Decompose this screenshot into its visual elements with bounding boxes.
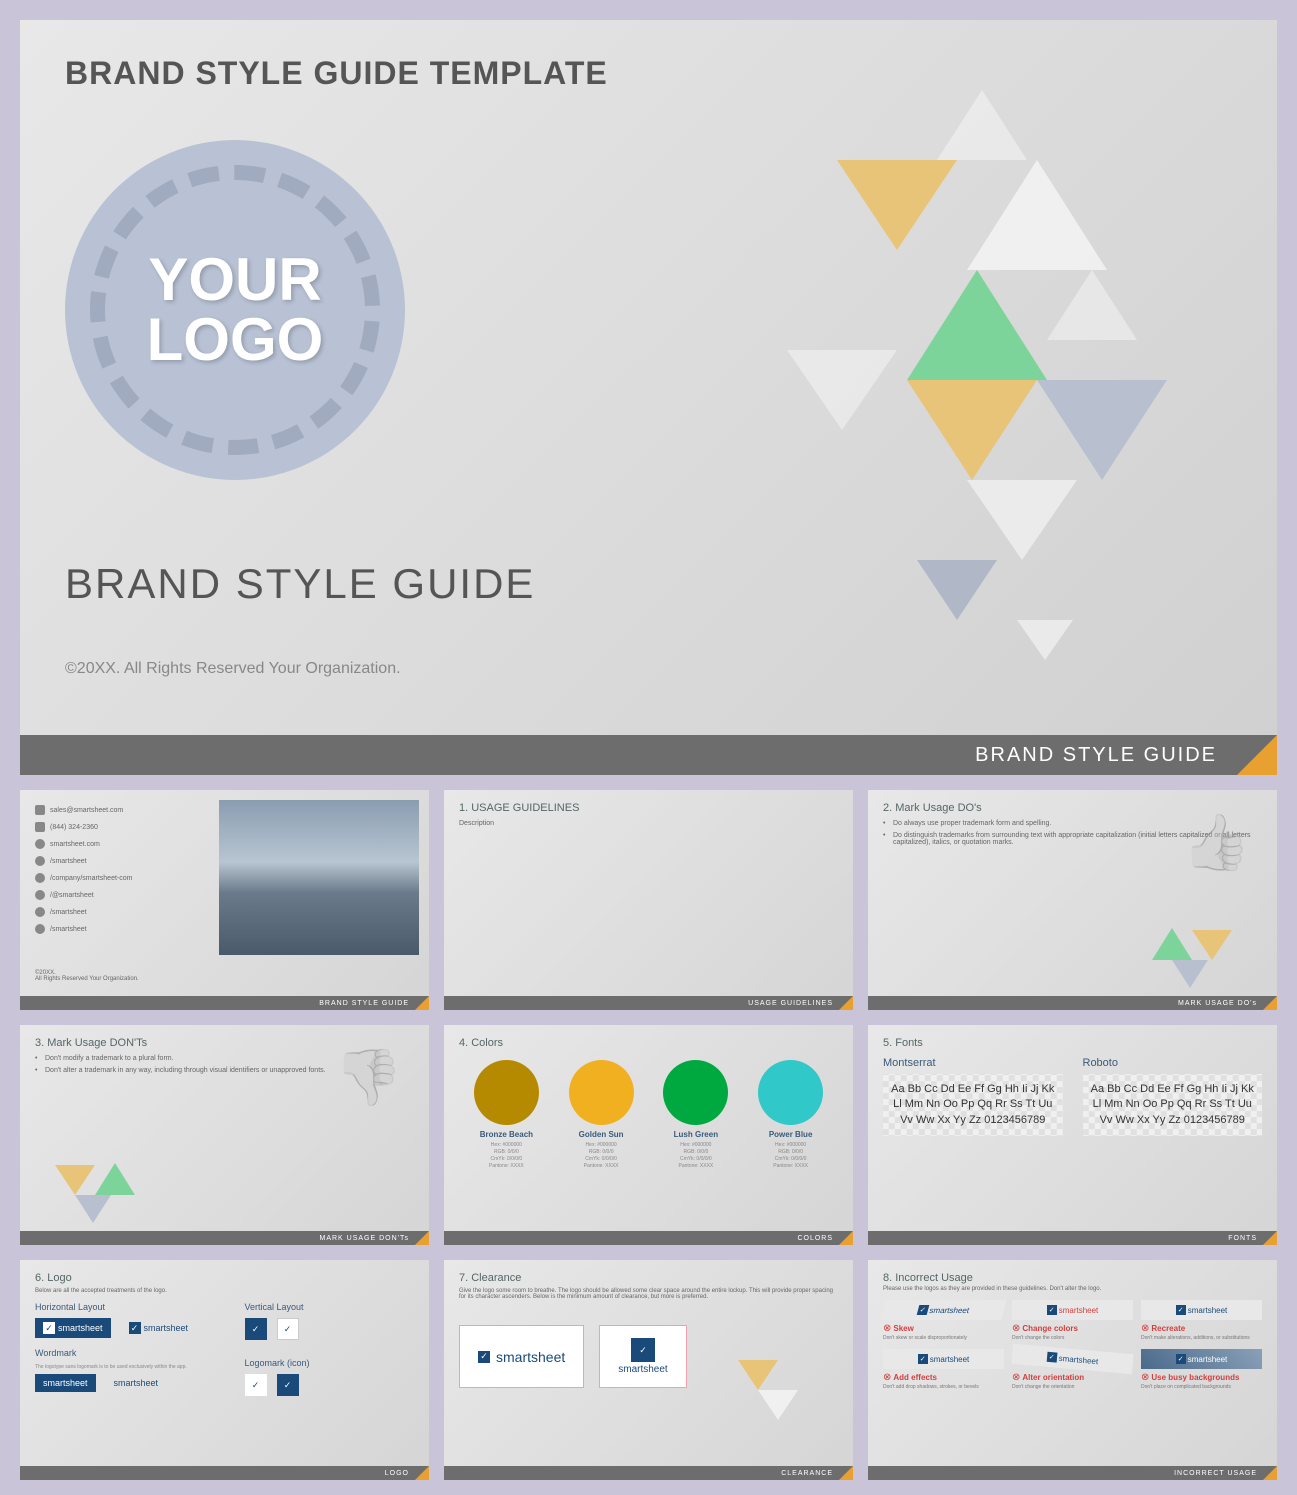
mini-triangles	[35, 1125, 185, 1225]
youtube-icon	[35, 924, 45, 934]
incorrect-item: ✓smartsheetUse busy backgroundsDon't pla…	[1141, 1349, 1262, 1390]
logo-text-2: LOGO	[147, 310, 324, 370]
footer-label: CLEARANCE	[781, 1470, 833, 1477]
main-slide: BRAND STYLE GUIDE TEMPLATE YOUR LOGO BRA…	[20, 20, 1277, 775]
slide-fonts[interactable]: 5. Fonts Montserrat Aa Bb Cc Dd Ee Ff Gg…	[868, 1025, 1277, 1245]
contact-tw: /smartsheet	[50, 909, 87, 916]
slide-title: 8. Incorrect Usage	[883, 1272, 973, 1284]
wordmark-dark: smartsheet	[35, 1374, 96, 1392]
logo-dark: ✓smartsheet	[35, 1318, 111, 1338]
contact-ig: /@smartsheet	[50, 892, 94, 899]
globe-icon	[35, 839, 45, 849]
slide-title: 1. USAGE GUIDELINES	[459, 802, 579, 814]
slide-title: 4. Colors	[459, 1037, 503, 1049]
contact-copyright: ©20XX.All Rights Reserved Your Organizat…	[35, 970, 139, 982]
mini-triangles	[688, 1360, 838, 1460]
linkedin-icon	[35, 873, 45, 883]
slide-desc: Please use the logos as they are provide…	[883, 1286, 1101, 1292]
slide-desc: Below are all the accepted treatments of…	[35, 1288, 167, 1294]
incorrect-item: ✓smartsheetRecreateDon't make alteration…	[1141, 1300, 1262, 1341]
facebook-icon	[35, 856, 45, 866]
footer-label: USAGE GUIDELINES	[748, 1000, 833, 1007]
slide-title: 3. Mark Usage DON'Ts	[35, 1037, 147, 1049]
incorrect-item: ✓smartsheetSkewDon't skew or scale dispr…	[883, 1300, 1004, 1341]
fonts-box: Montserrat Aa Bb Cc Dd Ee Ff Gg Hh Ii Jj…	[883, 1057, 1262, 1136]
font-name-1: Montserrat	[883, 1057, 1063, 1069]
contact-list: sales@smartsheet.com (844) 324-2360 smar…	[35, 805, 132, 941]
logo-layouts: Horizontal Layout ✓smartsheet ✓smartshee…	[35, 1302, 414, 1406]
logo-placeholder: YOUR LOGO	[65, 140, 405, 480]
template-title: BRAND STYLE GUIDE TEMPLATE	[65, 55, 608, 92]
color-swatch: Golden SunHex: #000000RGB: 0/0/0CmYk: 0/…	[569, 1060, 634, 1170]
incorrect-item: ✓smartsheetChange colorsDon't change the…	[1012, 1300, 1133, 1341]
layout-h4: Logomark (icon)	[245, 1358, 415, 1368]
wordmark-light: smartsheet	[106, 1374, 167, 1392]
color-swatch: Bronze BeachHex: #000000RGB: 0/0/0CmYk: …	[474, 1060, 539, 1170]
color-swatches: Bronze BeachHex: #000000RGB: 0/0/0CmYk: …	[459, 1060, 838, 1170]
footer-label: COLORS	[797, 1235, 833, 1242]
font-sample-1: Aa Bb Cc Dd Ee Ff Gg Hh Ii Jj Kk Ll Mm N…	[883, 1074, 1063, 1136]
slide-desc: Description	[459, 820, 838, 827]
font-sample-2: Aa Bb Cc Dd Ee Ff Gg Hh Ii Jj Kk Ll Mm N…	[1083, 1074, 1263, 1136]
twitter-icon	[35, 907, 45, 917]
clearance-vertical: ✓smartsheet	[599, 1325, 686, 1388]
slide-desc: Give the logo some room to breathe. The …	[459, 1288, 838, 1300]
footer-label: LOGO	[385, 1470, 409, 1477]
mail-icon	[35, 805, 45, 815]
slide-usage[interactable]: 1. USAGE GUIDELINES Description USAGE GU…	[444, 790, 853, 1010]
slide-contact[interactable]: sales@smartsheet.com (844) 324-2360 smar…	[20, 790, 429, 1010]
icon-light: ✓	[245, 1374, 267, 1396]
logomark-dark: ✓	[245, 1318, 267, 1340]
copyright: ©20XX. All Rights Reserved Your Organiza…	[65, 660, 401, 678]
triangle-decoration	[617, 70, 1217, 670]
slide-title: 5. Fonts	[883, 1037, 923, 1049]
footer-bar: BRAND STYLE GUIDE	[20, 735, 1277, 775]
thumbs-down-icon	[334, 1045, 404, 1110]
footer-label: MARK USAGE DON'Ts	[319, 1235, 409, 1242]
slide-title: 2. Mark Usage DO's	[883, 802, 982, 814]
slide-title: 6. Logo	[35, 1272, 72, 1284]
layout-h1: Horizontal Layout	[35, 1302, 205, 1312]
logo-light: ✓smartsheet	[121, 1318, 197, 1338]
slide-clearance[interactable]: 7. Clearance Give the logo some room to …	[444, 1260, 853, 1480]
contact-email: sales@smartsheet.com	[50, 807, 123, 814]
slide-colors[interactable]: 4. Colors Bronze BeachHex: #000000RGB: 0…	[444, 1025, 853, 1245]
thumbs-up-icon	[1182, 810, 1252, 875]
contact-yt: /smartsheet	[50, 926, 87, 933]
font-name-2: Roboto	[1083, 1057, 1263, 1069]
thumbnail-grid: sales@smartsheet.com (844) 324-2360 smar…	[0, 775, 1297, 1495]
slide-title: 7. Clearance	[459, 1272, 521, 1284]
slide-incorrect[interactable]: 8. Incorrect Usage Please use the logos …	[868, 1260, 1277, 1480]
slide-dos[interactable]: 2. Mark Usage DO's Do always use proper …	[868, 790, 1277, 1010]
incorrect-grid: ✓smartsheetSkewDon't skew or scale dispr…	[883, 1300, 1262, 1390]
color-swatch: Power BlueHex: #000000RGB: 0/0/0CmYk: 0/…	[758, 1060, 823, 1170]
contact-web: smartsheet.com	[50, 841, 100, 848]
icon-dark: ✓	[277, 1374, 299, 1396]
incorrect-item: ✓smartsheetAdd effectsDon't add drop sha…	[883, 1349, 1004, 1390]
phone-icon	[35, 822, 45, 832]
color-swatch: Lush GreenHex: #000000RGB: 0/0/0CmYk: 0/…	[663, 1060, 728, 1170]
slide-donts[interactable]: 3. Mark Usage DON'Ts Don't modify a trad…	[20, 1025, 429, 1245]
footer-label: FONTS	[1228, 1235, 1257, 1242]
instagram-icon	[35, 890, 45, 900]
slide-logo[interactable]: 6. Logo Below are all the accepted treat…	[20, 1260, 429, 1480]
contact-phone: (844) 324-2360	[50, 824, 98, 831]
layout-h2: Vertical Layout	[245, 1302, 415, 1312]
landscape-image	[219, 800, 419, 955]
logomark-light: ✓	[277, 1318, 299, 1340]
clearance-examples: ✓smartsheet ✓smartsheet	[459, 1325, 687, 1388]
subtitle: BRAND STYLE GUIDE	[65, 560, 535, 608]
wordmark-desc: The logotype sans logomark is to be used…	[35, 1364, 205, 1370]
clearance-horizontal: ✓smartsheet	[459, 1325, 584, 1388]
mini-triangles	[1112, 890, 1262, 990]
footer-label: MARK USAGE DO's	[1178, 1000, 1257, 1007]
layout-h3: Wordmark	[35, 1348, 205, 1358]
footer-label: INCORRECT USAGE	[1174, 1470, 1257, 1477]
contact-fb: /smartsheet	[50, 858, 87, 865]
footer-label: BRAND STYLE GUIDE	[319, 1000, 409, 1007]
incorrect-item: ✓smartsheetAlter orientationDon't change…	[1012, 1349, 1133, 1390]
logo-text-1: YOUR	[148, 250, 321, 310]
contact-li: /company/smartsheet-com	[50, 875, 132, 882]
footer-text: BRAND STYLE GUIDE	[975, 744, 1217, 767]
